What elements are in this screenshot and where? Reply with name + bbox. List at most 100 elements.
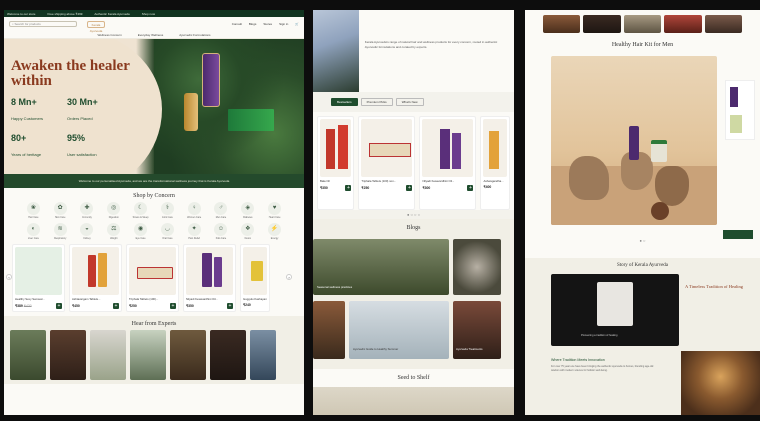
product-price-row: ₹250 + (361, 185, 413, 191)
ticker-item: Welcome to our store (7, 12, 36, 16)
concern-item[interactable]: ✚ Immunity (74, 202, 101, 219)
expert-video[interactable] (210, 330, 246, 380)
add-to-cart-button[interactable]: + (227, 303, 233, 309)
nav-sign-in[interactable]: Sign in (279, 22, 288, 26)
expert-video[interactable] (10, 330, 46, 380)
seed-to-shelf-title: Seed to Shelf (313, 369, 514, 387)
concern-item[interactable]: ◡ Oral Care (154, 223, 181, 240)
concern-item[interactable]: ☺ Kids Care (208, 223, 235, 240)
ticker-item: Authentic Kerala Ayurveda (94, 12, 130, 16)
add-to-cart-button[interactable]: + (406, 185, 413, 191)
story-video[interactable]: Pioneering a tradition of healing (551, 274, 679, 346)
tab-bestsellers[interactable]: Bestsellers (331, 98, 358, 106)
concern-item[interactable]: ☾ Stress & Sleep (127, 202, 154, 219)
concern-item[interactable]: ◐ Liver Care (20, 223, 47, 240)
expert-video[interactable] (90, 330, 126, 380)
product-name: Healthy Sexy Sensual... (15, 297, 45, 301)
category-nav-item[interactable]: Ayurvedic Formulations (179, 33, 210, 37)
product-image (320, 119, 352, 177)
men-icon: ♂ (214, 202, 228, 215)
category-nav-item[interactable]: Wellness Concern (97, 33, 121, 37)
thumbnail-image[interactable] (704, 15, 743, 33)
concern-item[interactable]: ♀ Women Care (181, 202, 208, 219)
blog-card-small[interactable] (313, 301, 345, 359)
shop-by-concern-title: Shop by Concern (133, 193, 175, 199)
blogs-title: Blogs (406, 225, 421, 231)
concern-item[interactable]: ◉ Eye Care (127, 223, 154, 240)
kit-bottle-purple (629, 126, 639, 160)
concern-item[interactable]: ◒ Kidney (74, 223, 101, 240)
concern-item[interactable]: ✦ Pain Relief (181, 223, 208, 240)
hero-stats: 8 Mn+ Happy Customers 30 Mn+ Orders Placed… (11, 97, 123, 161)
product-name: Ashtavargam Tablets... (72, 297, 101, 301)
nav-blogs[interactable]: Blogs (249, 22, 257, 26)
product-price: ₹350 (186, 304, 194, 308)
expert-video[interactable] (130, 330, 166, 380)
category-nav-item[interactable]: Everyday Wellness (138, 33, 163, 37)
add-to-cart-button[interactable]: + (467, 185, 474, 191)
product-price-row: ₹350 + (186, 303, 233, 309)
product-box-green (228, 109, 274, 131)
expert-video[interactable] (50, 330, 86, 380)
concern-item[interactable]: ≋ Respiratory (47, 223, 74, 240)
tradition-image (681, 351, 760, 415)
category-nav: Wellness Concern Everyday Wellness Ayurv… (4, 31, 304, 39)
founder-portrait (597, 282, 633, 326)
liver-icon: ◐ (26, 223, 40, 236)
concern-item[interactable]: ⚡ Energy (261, 223, 288, 240)
concern-item[interactable]: ♂ Men Care (208, 202, 235, 219)
concern-item[interactable]: ✿ Skin Care (47, 202, 74, 219)
product-card[interactable]: Ashwagandha... ₹400 (480, 116, 511, 210)
product-bottle-purple (202, 53, 220, 107)
add-to-cart-button[interactable]: + (345, 185, 352, 191)
blog-card-side[interactable] (453, 239, 501, 295)
thumbnail-image[interactable] (623, 15, 662, 33)
product-card[interactable]: Triphala Tablets (100)... ₹250 + (126, 244, 179, 312)
carousel-dots[interactable]: ● ○ ○ ○ (313, 210, 514, 219)
product-price: ₹240 (243, 303, 251, 307)
concern-item[interactable]: ⚖ Weight (100, 223, 127, 240)
tab-whats-new[interactable]: What's New (395, 98, 424, 106)
thumbnail-image[interactable] (664, 15, 702, 33)
carousel-next-button[interactable]: › (286, 274, 292, 280)
expert-video[interactable] (250, 330, 276, 380)
product-card[interactable]: Bala Oil ₹350 + (317, 116, 355, 210)
expert-video[interactable] (170, 330, 206, 380)
product-card[interactable]: Ashtavargam Tablets... ₹450 + (69, 244, 122, 312)
hair-kit-image[interactable] (551, 56, 717, 225)
cart-icon[interactable]: 🛒 (295, 22, 299, 26)
product-card[interactable]: Nilyadi Kesavardhini Oil... ₹300 + (419, 116, 477, 210)
product-card[interactable]: Healthy Sexy Sensual... ₹389 ₹430 + (12, 244, 65, 312)
kit-product-card[interactable] (725, 80, 755, 140)
experts-title: Hear from Experts (131, 321, 177, 327)
thumbnail-strip (525, 10, 760, 36)
product-card[interactable]: Guggulu Kashayam... ₹240 (240, 244, 270, 312)
concern-item[interactable]: ❖ Detox (234, 223, 261, 240)
thumbnail-image[interactable] (583, 15, 621, 33)
tab-premium-picks[interactable]: Premium Picks (360, 98, 393, 106)
nav-consult[interactable]: Consult (232, 22, 242, 26)
nav-stores[interactable]: Stores (263, 22, 272, 26)
product-image (243, 247, 267, 295)
product-card[interactable]: Triphala Tablets (100) non... ₹250 + (358, 116, 416, 210)
kit-jar-green (651, 140, 667, 162)
add-to-cart-button[interactable]: + (56, 303, 62, 309)
add-kit-button[interactable] (723, 230, 753, 239)
add-to-cart-button[interactable]: + (113, 303, 119, 309)
concern-item[interactable]: ♥ Heart Care (261, 202, 288, 219)
concern-item[interactable]: ⚕ Joint Care (154, 202, 181, 219)
hair-icon: ❀ (26, 202, 40, 215)
concern-item[interactable]: ◎ Digestion (100, 202, 127, 219)
product-image (15, 247, 62, 295)
product-price: ₹300 (422, 186, 431, 190)
concern-icon-grid: ❀ Hair Care ✿ Skin Care ✚ Immunity ◎ Digesti… (4, 202, 304, 240)
hero-banner[interactable]: Awaken the healer within 8 Mn+ Happy Cust… (4, 39, 304, 174)
thumbnail-image[interactable] (543, 15, 581, 33)
brand-logo[interactable]: Kerala Ayurveda (87, 20, 105, 33)
oral-icon: ◡ (160, 223, 174, 236)
add-to-cart-button[interactable]: + (170, 303, 176, 309)
product-card[interactable]: Nilyadi Kesavardhini Oil... ₹350 + (183, 244, 236, 312)
concern-item[interactable]: ◈ Diabetes (234, 202, 261, 219)
search-input[interactable]: ⌕ Search for products (9, 21, 77, 27)
concern-item[interactable]: ❀ Hair Care (20, 202, 47, 219)
